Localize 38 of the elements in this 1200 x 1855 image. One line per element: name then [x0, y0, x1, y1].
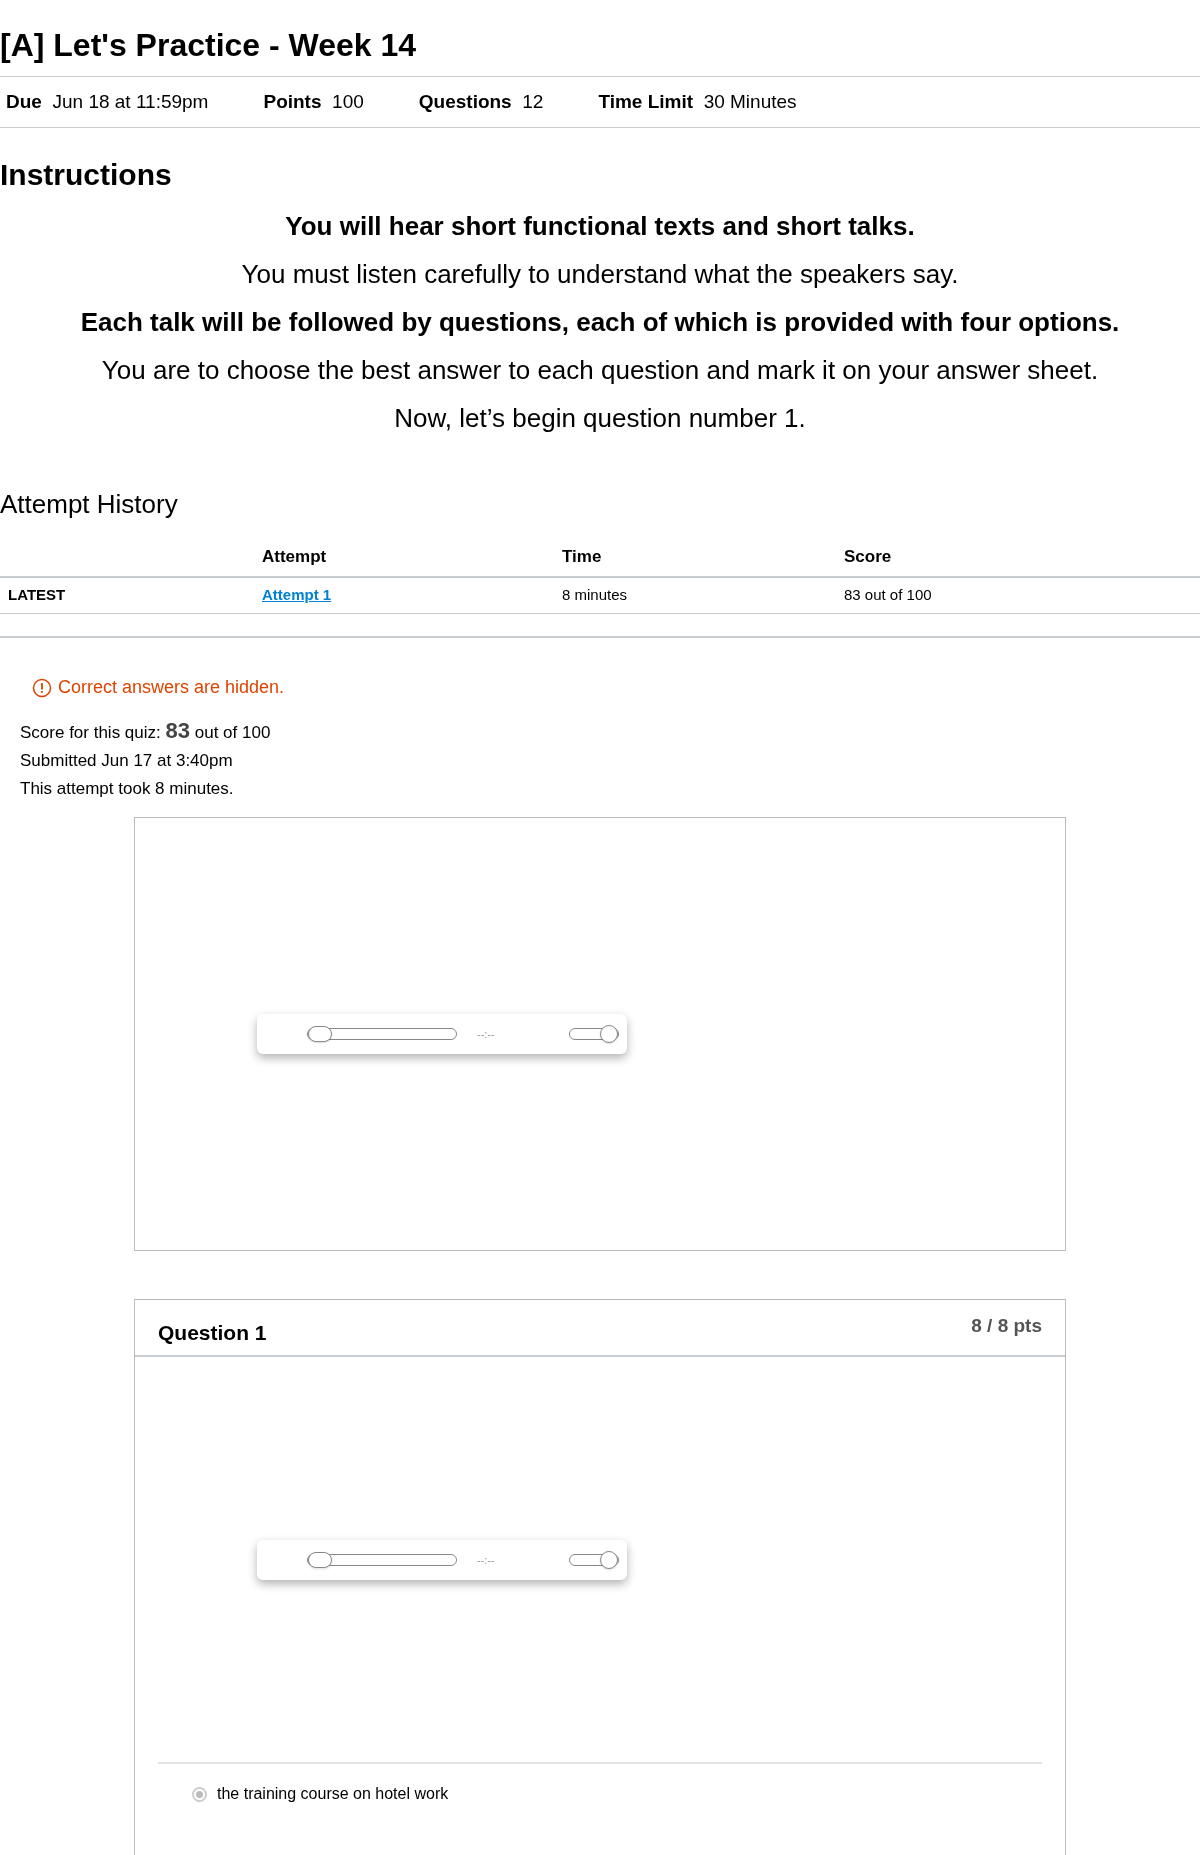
time-display: --:--	[477, 1027, 495, 1043]
quiz-detail: Questions 12	[418, 90, 544, 115]
slider-thumb[interactable]	[600, 1550, 618, 1569]
slider-thumb[interactable]	[308, 1551, 332, 1568]
section-heading: Instructions	[0, 157, 173, 194]
question-title: Question 1	[158, 1320, 267, 1347]
attempt-link[interactable]: Attempt 1	[262, 586, 332, 604]
volume-slider[interactable]	[569, 1028, 619, 1041]
column-header: Score	[844, 538, 1200, 577]
instruction-text: You will hear short functional texts and short talks.	[285, 210, 915, 244]
instruction-text: You must listen carefully to understand what the speakers say.	[241, 258, 959, 292]
instruction-text: Each talk will be followed by questions, each of which is provided with four options.	[80, 306, 1120, 340]
table-cell: 83 out of 100	[844, 576, 1200, 614]
quiz-detail: Points 100	[263, 90, 364, 115]
question-points: 8 / 8 pts	[971, 1314, 1042, 1339]
column-header: Attempt	[262, 538, 562, 577]
seek-slider[interactable]	[307, 1028, 457, 1041]
quiz-detail: Time Limit 30 Minutes	[598, 90, 797, 115]
seek-slider[interactable]	[307, 1553, 457, 1566]
table-cell: 8 minutes	[562, 576, 844, 614]
time-display: --:--	[477, 1552, 495, 1568]
submitted-text: Submitted Jun 17 at 3:40pm	[20, 750, 234, 773]
instruction-text: You are to choose the best answer to each question and mark it on your answer sheet.	[101, 354, 1099, 388]
duration-text: This attempt took 8 minutes.	[20, 778, 235, 801]
warning-icon	[32, 677, 52, 698]
column-header: Time	[562, 538, 844, 577]
score-text: Score for this quiz: 83 out of 100	[20, 717, 272, 746]
slider-thumb[interactable]	[308, 1026, 332, 1043]
volume-slider[interactable]	[569, 1553, 619, 1566]
section-heading: Attempt History	[0, 488, 179, 522]
page-title: [A] Let's Practice - Week 14	[0, 26, 418, 65]
answer-text: the training course on hotel work	[217, 1784, 449, 1805]
instruction-text: Now, let’s begin question number 1.	[394, 402, 806, 436]
slider-thumb[interactable]	[600, 1025, 618, 1044]
notice-text: Correct answers are hidden.	[58, 676, 285, 700]
quiz-detail: Due Jun 18 at 11:59pm	[6, 90, 209, 115]
table-cell: LATEST	[0, 576, 262, 614]
answer-radio[interactable]	[192, 1786, 207, 1802]
